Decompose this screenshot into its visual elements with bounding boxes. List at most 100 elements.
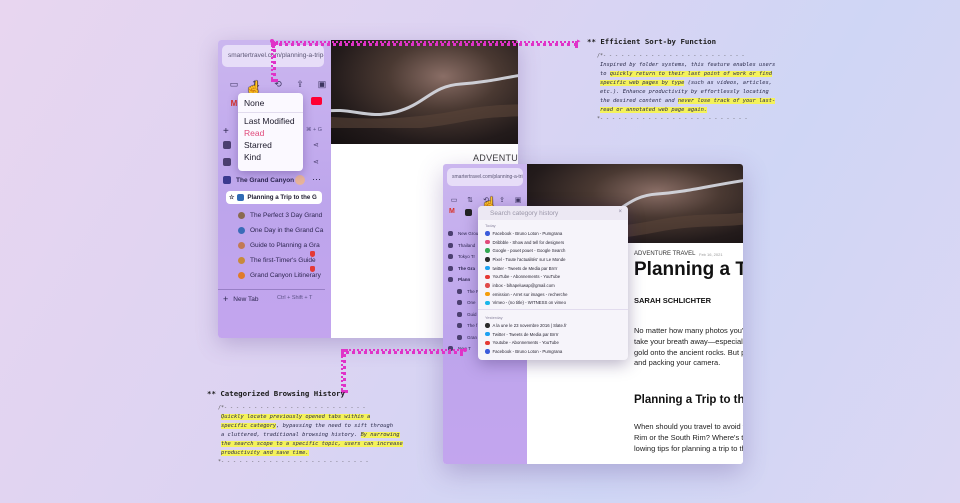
article-subtitle: Planning a Trip to th: [634, 394, 743, 406]
favicon: [238, 242, 245, 249]
site-favicon: [485, 248, 490, 253]
history-item[interactable]: inbox - bihapeluwap@gmail.com: [478, 281, 628, 290]
sidebar: smartertravel.com/planning-a-trip-t ▭ ⇅ …: [218, 40, 331, 338]
sidebar-item-label: New Grou: [458, 231, 479, 236]
highlighted-text: quickly return to their last point of wo…: [609, 71, 773, 77]
item-icon: [457, 311, 462, 317]
favicon: [238, 212, 245, 219]
annotation-line: specific category, bypassing the need to…: [221, 422, 403, 431]
history-search-input[interactable]: Search category history ×: [478, 206, 628, 220]
bell-icon: [310, 251, 315, 257]
connector-dot: [463, 348, 467, 352]
annotation-line: specific web pages by type (such as vide…: [600, 79, 775, 88]
sidebar-item[interactable]: The P: [457, 288, 479, 294]
history-item[interactable]: Dribbble - Show and tell for designers: [478, 238, 628, 247]
highlighted-text: specific web pages by type: [600, 80, 685, 86]
history-item[interactable]: Pixel - Toute l'actualités' sur Le Monde: [478, 255, 628, 264]
article-title: Planning a T: [634, 259, 743, 280]
history-item[interactable]: Twitter - Tweets de Media par Brrrr: [478, 330, 628, 339]
category-history-panel[interactable]: Search category history × Today Facebook…: [478, 206, 628, 360]
tab-item[interactable]: One Day in the Grand Ca: [238, 227, 323, 234]
article-date: Feb 16, 2021: [699, 252, 723, 257]
stack-icon-2[interactable]: [223, 158, 231, 166]
history-item-title: twitter - Tweets de Media par Brrrr: [492, 265, 558, 271]
favicon: [238, 272, 245, 279]
active-tab[interactable]: ☆ Planning a Trip to the G: [226, 191, 322, 204]
article-category: ADVENTURE TRAVEL: [634, 251, 696, 257]
more-icon[interactable]: ⋯: [312, 174, 321, 185]
app-icon[interactable]: [465, 209, 472, 216]
sort-option-last-modified[interactable]: Last Modified: [244, 115, 297, 127]
sidebar-item[interactable]: The Gra: [448, 265, 475, 271]
sidebar-item-label: One: [467, 300, 476, 305]
avatar: [295, 175, 305, 185]
history-list-yesterday: A la une le 23 novembre 2016 | Slate.fr T…: [478, 321, 628, 356]
sidebar-item-label: The f: [467, 323, 478, 328]
history-item[interactable]: A la une le 23 novembre 2016 | Slate.fr: [478, 321, 628, 330]
sidebar-item[interactable]: Thailand: [448, 242, 475, 248]
tab-group-label: The Grand Canyon: [236, 176, 295, 184]
tab-item[interactable]: The first-Timer's Guide: [238, 257, 316, 264]
new-tab-row[interactable]: + New Tab: [223, 294, 258, 304]
youtube-icon[interactable]: [311, 97, 322, 105]
paragraph-line: gold onto the ancient rocks. But pl: [634, 347, 743, 357]
site-favicon: [485, 231, 490, 236]
sidebar-item[interactable]: Tokyo Tr: [448, 254, 475, 259]
close-icon[interactable]: ×: [618, 209, 622, 215]
share-group-icon-2[interactable]: ⋖: [313, 158, 319, 166]
history-item[interactable]: Youtube - Abonnements - YouTube: [478, 339, 628, 348]
sort-option-read[interactable]: Read: [244, 127, 297, 139]
divider: [218, 289, 325, 290]
new-tab-shortcut: Ctrl + Shift + T: [277, 295, 313, 301]
image-icon[interactable]: ▣: [510, 193, 526, 207]
history-item[interactable]: Facebook - Bruno Loton - Pumgrana: [478, 347, 628, 356]
annotation-title-history: ** Categorized Browsing History: [207, 389, 345, 398]
tab-group-grand-canyon[interactable]: The Grand Canyon: [223, 176, 294, 184]
sort-option-none[interactable]: None: [244, 97, 297, 109]
history-item-title: Dribbble - Show and tell for designers: [492, 239, 565, 245]
star-icon[interactable]: ☆: [229, 194, 234, 201]
annotation-text: the desired content and: [600, 98, 678, 104]
annotation-text: to: [600, 71, 610, 77]
annotation-line: the search scope to a specific topic, us…: [221, 440, 403, 449]
sort-dropdown[interactable]: None Last Modified Read Starred Kind: [238, 93, 303, 171]
sidebar-item[interactable]: Plann: [448, 277, 470, 282]
gmail-icon[interactable]: M: [449, 208, 455, 215]
new-tab-plus-icon[interactable]: +: [223, 126, 229, 137]
sidebar-item[interactable]: The f: [457, 323, 477, 328]
image-icon[interactable]: ▣: [311, 77, 333, 91]
history-item[interactable]: Facebook - Bruno Loton - Pumgrana: [478, 229, 628, 238]
favicon: [238, 227, 245, 234]
sidebar-item-label: Gran: [467, 334, 478, 340]
url-bar[interactable]: smartertravel.com/planning-a-trip-t: [447, 168, 523, 186]
annotation-title-sort: ** Efficient Sort-by Function: [587, 37, 717, 46]
history-item[interactable]: twitter - Tweets de Media par Brrrr: [478, 264, 628, 273]
site-favicon: [485, 323, 490, 328]
history-item[interactable]: Vimeo - (no title) - WITNESS on vimeo: [478, 299, 628, 308]
share-icon[interactable]: ⇪: [289, 77, 311, 91]
history-item[interactable]: emission - Arret sur images - recherche: [478, 290, 628, 299]
sort-option-kind[interactable]: Kind: [244, 151, 297, 163]
history-item-title: A la une le 23 novembre 2016 | Slate.fr: [492, 323, 567, 329]
sidebar-item[interactable]: Guid: [457, 311, 477, 317]
stack-icon[interactable]: [223, 141, 231, 149]
tab-title: One Day in the Grand Ca: [250, 227, 324, 234]
history-item-title: Youtube - Abonnements - YouTube: [492, 340, 559, 346]
sidebar-item[interactable]: New Grou: [448, 231, 478, 236]
tab-item[interactable]: Guide to Planning a Gra: [238, 242, 320, 249]
tab-item[interactable]: The Perfect 3 Day Grand: [238, 212, 322, 219]
tab-item[interactable]: Grand Canyon Litinerary: [238, 272, 321, 279]
sidebar-toggle-icon[interactable]: ▭: [223, 77, 245, 91]
sort-icon[interactable]: ⇅: [462, 193, 478, 207]
history-item[interactable]: Google - pouet pouet - Google Search: [478, 246, 628, 255]
annotation-body-sort: Inspired by folder systems, this feature…: [600, 61, 776, 115]
annotation-line: Quickly locate previously opened tabs wi…: [221, 413, 403, 422]
sidebar-item[interactable]: Gran: [457, 334, 478, 340]
annotation-line: etc.). Enhance productivity by effortles…: [600, 88, 775, 97]
sort-option-starred[interactable]: Starred: [244, 139, 297, 151]
sidebar-toggle-icon[interactable]: ▭: [446, 193, 462, 207]
favicon: [237, 194, 245, 201]
share-group-icon[interactable]: ⋖: [313, 141, 319, 149]
sidebar-item[interactable]: One: [457, 300, 476, 305]
history-item[interactable]: YouTube - Abonnements - YouTube: [478, 272, 628, 281]
